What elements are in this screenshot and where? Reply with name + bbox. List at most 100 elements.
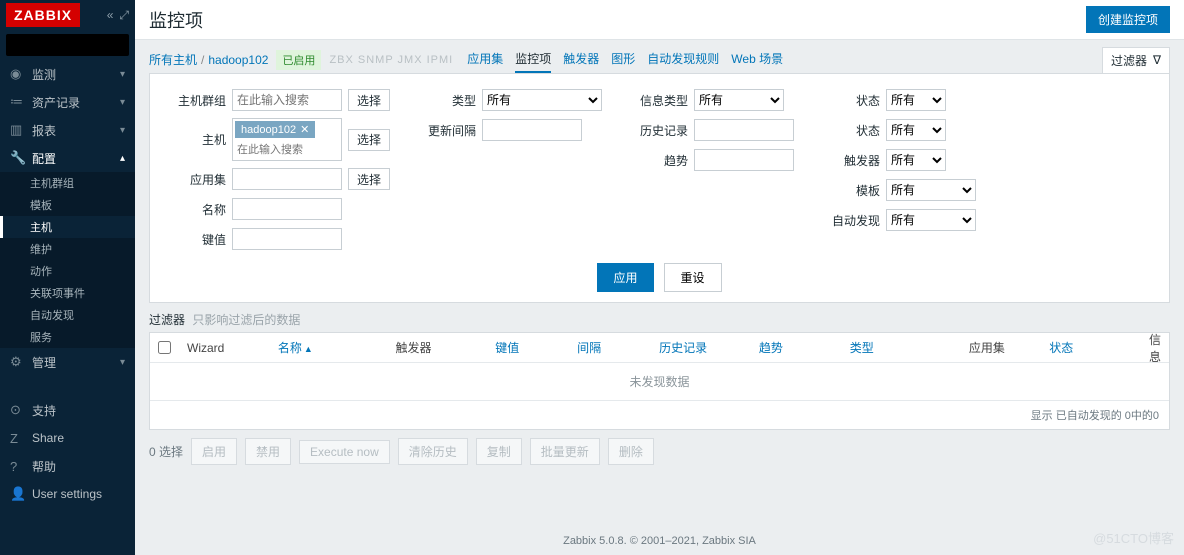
tab-items[interactable]: 监控项 (515, 46, 551, 73)
nav-support[interactable]: ⊙支持 (0, 396, 135, 424)
filter-interval-input[interactable] (482, 119, 582, 141)
nav-user-settings[interactable]: 👤User settings (0, 480, 135, 508)
subnav-discovery[interactable]: 自动发现 (0, 304, 135, 326)
gear-icon: ⚙ (10, 354, 28, 370)
filter-app-select[interactable]: 选择 (348, 168, 390, 190)
page-footer: Zabbix 5.0.8. © 2001–2021, Zabbix SIA (135, 527, 1184, 555)
bulk-execute: Execute now (299, 440, 390, 464)
col-app[interactable]: 应用集 (933, 339, 1042, 356)
nav-admin[interactable]: ⚙管理▾ (0, 348, 135, 376)
filter-apply-button[interactable]: 应用 (597, 263, 653, 292)
filter-group-input[interactable] (232, 89, 342, 111)
filter-state-select[interactable]: 所有 (886, 89, 946, 111)
nav-reports[interactable]: ▥报表▾ (0, 116, 135, 144)
share-icon: Z (10, 431, 28, 446)
tab-web[interactable]: Web 场景 (731, 46, 783, 73)
tab-discovery[interactable]: 自动发现规则 (647, 46, 719, 73)
tab-triggers[interactable]: 触发器 (563, 46, 599, 73)
table-header: Wizard 名称▲ 触发器 键值 间隔 历史记录 趋势 类型 应用集 状态 信… (150, 333, 1169, 363)
filter-hint: 过滤器 只影响过滤后的数据 (149, 311, 1170, 328)
breadcrumb-host[interactable]: hadoop102 (208, 53, 268, 67)
logo-row: ZABBIX « ⤢ (0, 0, 135, 30)
chevron-down-icon: ▾ (120, 69, 125, 80)
filter-template-label: 模板 (824, 182, 880, 199)
filter-key-input[interactable] (232, 228, 342, 250)
filter-group-label: 主机群组 (170, 92, 226, 109)
filter-toggle-label: 过滤器 (1111, 52, 1147, 69)
nav-help[interactable]: ?帮助 (0, 452, 135, 480)
nav-share[interactable]: ZShare (0, 424, 135, 452)
subnav-hostgroups[interactable]: 主机群组 (0, 172, 135, 194)
tab-graphs[interactable]: 图形 (611, 46, 635, 73)
sidebar-search[interactable]: 🔍 (6, 34, 129, 56)
eye-icon: ◉ (10, 66, 28, 82)
breadcrumb-all-hosts[interactable]: 所有主机 (149, 51, 197, 68)
filter-name-label: 名称 (170, 201, 226, 218)
col-name[interactable]: 名称▲ (270, 339, 388, 356)
filter-key-label: 键值 (170, 231, 226, 248)
col-type[interactable]: 类型 (842, 339, 933, 356)
col-trend[interactable]: 趋势 (751, 339, 842, 356)
filter-icon: ∇ (1153, 53, 1161, 67)
subnav-hosts[interactable]: 主机 (0, 216, 135, 238)
page-title: 监控项 (149, 7, 203, 33)
filter-interval-label: 更新间隔 (420, 122, 476, 139)
filter-type-select[interactable]: 所有 (482, 89, 602, 111)
sidebar: ZABBIX « ⤢ 🔍 ◉监测▾ ≔资产记录▾ ▥报表▾ 🔧配置▴ 主机群组 … (0, 0, 135, 555)
col-info[interactable]: 信息 (1141, 331, 1169, 365)
filter-name-input[interactable] (232, 198, 342, 220)
bulk-copy: 复制 (476, 438, 522, 465)
watermark: @51CTO博客 (1093, 528, 1174, 547)
breadcrumb-tabs-row: 所有主机 / hadoop102 已启用 ZBX SNMP JMX IPMI 应… (135, 40, 1184, 73)
popout-icon[interactable]: ⤢ (119, 8, 129, 23)
nav-configuration[interactable]: 🔧配置▴ (0, 144, 135, 172)
subnav-correlation[interactable]: 关联项事件 (0, 282, 135, 304)
interface-tabs-disabled: ZBX SNMP JMX IPMI (329, 54, 453, 66)
nav-inventory[interactable]: ≔资产记录▾ (0, 88, 135, 116)
col-key[interactable]: 键值 (487, 339, 569, 356)
subnav-templates[interactable]: 模板 (0, 194, 135, 216)
tab-applications[interactable]: 应用集 (467, 46, 503, 73)
filter-reset-button[interactable]: 重设 (664, 263, 722, 292)
chevron-down-icon: ▾ (120, 97, 125, 108)
create-item-button[interactable]: 创建监控项 (1086, 6, 1170, 33)
nav-monitoring[interactable]: ◉监测▾ (0, 60, 135, 88)
subnav-services[interactable]: 服务 (0, 326, 135, 348)
filter-triggers-select[interactable]: 所有 (886, 149, 946, 171)
filter-host-select[interactable]: 选择 (348, 129, 390, 151)
filter-trend-label: 趋势 (632, 152, 688, 169)
list-icon: ≔ (10, 94, 28, 110)
filter-history-input[interactable] (694, 119, 794, 141)
filter-host-label: 主机 (170, 131, 226, 148)
filter-app-input[interactable] (232, 168, 342, 190)
col-status[interactable]: 状态 (1041, 339, 1141, 356)
filter-discovery-select[interactable]: 所有 (886, 209, 976, 231)
filter-trend-input[interactable] (694, 149, 794, 171)
status-badge: 已启用 (276, 50, 321, 70)
col-history[interactable]: 历史记录 (651, 339, 751, 356)
close-icon[interactable]: ✕ (300, 123, 309, 136)
subnav-actions[interactable]: 动作 (0, 260, 135, 282)
filter-triggers-label: 触发器 (824, 152, 880, 169)
headset-icon: ⊙ (10, 402, 28, 418)
select-all-checkbox[interactable] (158, 341, 171, 354)
filter-infotype-select[interactable]: 所有 (694, 89, 784, 111)
filter-discovery-label: 自动发现 (824, 212, 880, 229)
chevron-down-icon: ▾ (120, 357, 125, 368)
col-triggers[interactable]: 触发器 (387, 339, 487, 356)
filter-group-select[interactable]: 选择 (348, 89, 390, 111)
filter-infotype-label: 信息类型 (632, 92, 688, 109)
filter-host-box: hadoop102✕ (232, 118, 342, 161)
filter-toggle[interactable]: 过滤器 ∇ (1102, 47, 1170, 73)
host-tag: hadoop102✕ (235, 121, 315, 138)
bulk-clear-history: 清除历史 (398, 438, 468, 465)
col-wizard[interactable]: Wizard (179, 341, 270, 355)
filter-type-label: 类型 (420, 92, 476, 109)
filter-host-input[interactable] (233, 140, 341, 160)
items-table: Wizard 名称▲ 触发器 键值 间隔 历史记录 趋势 类型 应用集 状态 信… (149, 332, 1170, 430)
collapse-icon[interactable]: « (107, 8, 114, 23)
subnav-maintenance[interactable]: 维护 (0, 238, 135, 260)
col-interval[interactable]: 间隔 (569, 339, 651, 356)
filter-template-select[interactable]: 所有 (886, 179, 976, 201)
filter-status-select[interactable]: 所有 (886, 119, 946, 141)
